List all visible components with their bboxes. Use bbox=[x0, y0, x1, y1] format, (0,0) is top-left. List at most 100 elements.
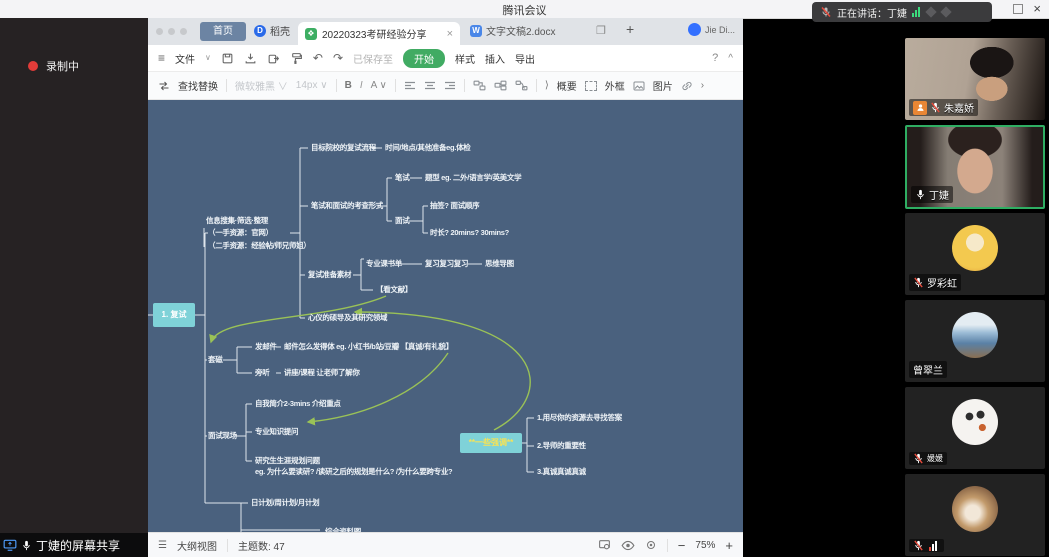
mindmap-node-process-detail[interactable]: 时间/地点/其他准备eg.体检 bbox=[385, 143, 471, 153]
participant-tile-4[interactable]: 曾翠兰 bbox=[905, 300, 1045, 382]
participant-tile-6[interactable] bbox=[905, 474, 1045, 556]
image-button[interactable]: 图片 bbox=[653, 78, 673, 93]
tab-word-document[interactable]: W 文字文稿2.docx bbox=[470, 23, 555, 38]
mindmap-node-em3[interactable]: 3.真诚真诚真诚 bbox=[537, 467, 586, 477]
zoom-out-button[interactable]: − bbox=[678, 538, 686, 553]
maximize-icon[interactable] bbox=[1013, 4, 1023, 14]
more-tools-button[interactable]: › bbox=[701, 80, 704, 91]
mindmap-node-review[interactable]: 复习复习复习 bbox=[425, 259, 468, 269]
italic-button[interactable]: I bbox=[360, 80, 363, 91]
screen-share-icon bbox=[3, 539, 17, 551]
mindmap-node-written-detail[interactable]: 题型 eg. 二外/语言学/英美文学 bbox=[425, 173, 521, 183]
export-icon[interactable] bbox=[267, 52, 280, 65]
image-icon bbox=[633, 81, 645, 91]
traffic-light-icon[interactable] bbox=[156, 28, 163, 35]
mindmap-node-plans[interactable]: 日计划/周计划/月计划 bbox=[251, 498, 319, 508]
mindmap-node-career[interactable]: 研究生生涯规划问题 bbox=[255, 456, 320, 466]
mindmap-node-mentor[interactable]: 心仪的硕导及其研究领域 bbox=[308, 313, 387, 323]
speaking-indicator: 正在讲话：丁婕 bbox=[812, 2, 992, 22]
mindmap-node-em1[interactable]: 1.用尽你的资源去寻找答案 bbox=[537, 413, 622, 423]
mindmap-node-email[interactable]: 发邮件 bbox=[255, 342, 277, 352]
participant-tile-2-active-speaker[interactable]: 丁婕 bbox=[905, 125, 1045, 209]
tab-switcher-icon[interactable]: ❐ bbox=[596, 24, 606, 37]
mindmap-node-em2[interactable]: 2.导师的重要性 bbox=[537, 441, 586, 451]
mindmap-node-career-eg[interactable]: eg. 为什么要读研? /读研之后的规划是什么? /为什么要跨专业? bbox=[255, 467, 452, 477]
mindmap-node-info-second[interactable]: （二手资源：经验帖/师兄师姐） bbox=[208, 241, 311, 251]
outline-view-button[interactable]: 大纲视图 bbox=[177, 538, 217, 553]
new-tab-button[interactable]: + bbox=[626, 21, 634, 37]
download-icon[interactable] bbox=[244, 52, 257, 65]
zoom-in-button[interactable]: + bbox=[725, 538, 733, 553]
find-replace-button[interactable]: 查找替换 bbox=[178, 78, 218, 93]
link-icon[interactable] bbox=[681, 81, 693, 91]
topic-count: 主题数: 47 bbox=[238, 538, 285, 553]
insert-topic-icon[interactable] bbox=[473, 80, 486, 91]
locate-center-icon[interactable] bbox=[645, 539, 657, 551]
bold-button[interactable]: B bbox=[345, 80, 352, 91]
mindmap-node-info-first[interactable]: （一手资源：官网） bbox=[208, 228, 273, 238]
eye-icon[interactable] bbox=[621, 540, 635, 551]
meeting-left-panel: 录制中 bbox=[0, 18, 148, 557]
font-size-select[interactable]: 14px ∨ bbox=[296, 80, 328, 91]
font-color-button[interactable]: A ∨ bbox=[371, 80, 387, 91]
participant-tile-5[interactable]: 媛媛 bbox=[905, 387, 1045, 469]
participant-tile-3[interactable]: 罗彩虹 bbox=[905, 213, 1045, 295]
tab-home[interactable]: 首页 bbox=[200, 22, 246, 41]
menu-start[interactable]: 开始 bbox=[403, 49, 445, 68]
collapse-toolbar-button[interactable]: ^ bbox=[728, 53, 733, 64]
mindmap-node-onsite[interactable]: 面试现场 bbox=[208, 431, 237, 441]
mindmap-node-self-intro[interactable]: 自我简介2-3mins 介绍重点 bbox=[255, 399, 341, 409]
insert-subtopic-icon[interactable] bbox=[494, 80, 507, 91]
traffic-light-icon[interactable] bbox=[180, 28, 187, 35]
font-name-select[interactable]: 微软雅黑 ∨ bbox=[235, 78, 288, 93]
mindmap-node-interview[interactable]: 面试 bbox=[395, 216, 409, 226]
mindmap-root-node[interactable]: 1. 复试 bbox=[153, 303, 195, 327]
frame-button[interactable]: 外框 bbox=[605, 78, 625, 93]
mindmap-node-knowledge[interactable]: 专业知识提问 bbox=[255, 427, 298, 437]
mindmap-canvas[interactable]: 1. 复试 **一些强调** 目标院校的复试流程 时间/地点/其他准备eg.体检… bbox=[148, 100, 743, 532]
help-button[interactable]: ? bbox=[712, 52, 718, 64]
summary-button[interactable]: 概要 bbox=[557, 78, 577, 93]
menu-export[interactable]: 导出 bbox=[515, 51, 535, 66]
tab-close-icon[interactable]: × bbox=[447, 28, 453, 40]
mindmap-node-literature[interactable]: 【看文献】 bbox=[376, 285, 412, 295]
menu-row: ≡ 文件 ∨ ↶ ↷ 已保存至 开始 样式 插入 导出 ? ^ bbox=[148, 45, 743, 72]
mindmap-node-interview-order[interactable]: 抽签? 面试顺序 bbox=[430, 201, 479, 211]
mindmap-node-audit-detail[interactable]: 讲座/课程 让老师了解你 bbox=[284, 368, 360, 378]
tab-docer[interactable]: D 稻壳 bbox=[254, 23, 290, 38]
align-left-icon[interactable] bbox=[404, 81, 416, 91]
summary-brace-icon: ⟩ bbox=[545, 80, 549, 91]
mindmap-node-mindmap-tool[interactable]: 思维导图 bbox=[485, 259, 514, 269]
mindmap-node-taoci[interactable]: 套磁 bbox=[208, 355, 222, 365]
redo-icon[interactable]: ↷ bbox=[333, 52, 343, 64]
mindmap-node-process[interactable]: 目标院校的复试流程 bbox=[311, 143, 376, 153]
mindmap-node-info-title[interactable]: 信息搜集·筛选·整理 bbox=[206, 216, 268, 226]
word-doc-icon: W bbox=[470, 25, 482, 37]
close-window-button[interactable]: × bbox=[1033, 1, 1041, 17]
traffic-light-icon[interactable] bbox=[168, 28, 175, 35]
mindmap-node-booklist[interactable]: 专业课书单 bbox=[366, 259, 402, 269]
mindmap-emphasis-node[interactable]: **一些强调** bbox=[460, 433, 522, 453]
tab-active-document[interactable]: ❖ 20220323考研经验分享 × bbox=[298, 22, 460, 45]
mindmap-node-audit[interactable]: 旁听 bbox=[255, 368, 269, 378]
recording-indicator[interactable]: 录制中 bbox=[28, 58, 79, 74]
align-right-icon[interactable] bbox=[444, 81, 456, 91]
menu-style[interactable]: 样式 bbox=[455, 51, 475, 66]
align-center-icon[interactable] bbox=[424, 81, 436, 91]
mindmap-node-written[interactable]: 笔试 bbox=[395, 173, 409, 183]
mindmap-node-exam-forms[interactable]: 笔试和面试的考查形式 bbox=[311, 201, 383, 211]
account-widget[interactable]: Jie Di... bbox=[688, 23, 735, 36]
participant-tile-1[interactable]: 朱嘉娇 bbox=[905, 38, 1045, 120]
save-icon[interactable] bbox=[221, 52, 234, 65]
menu-insert[interactable]: 插入 bbox=[485, 51, 505, 66]
relation-icon[interactable] bbox=[515, 80, 528, 91]
format-painter-icon[interactable] bbox=[290, 52, 303, 65]
mindmap-node-email-detail[interactable]: 邮件怎么发得体 eg. 小红书/b站/豆瓣 【真诚/有礼貌】 bbox=[284, 342, 453, 352]
menu-file[interactable]: 文件 bbox=[175, 51, 195, 66]
presentation-icon[interactable] bbox=[598, 539, 611, 551]
hamburger-icon[interactable]: ≡ bbox=[158, 52, 165, 64]
avatar bbox=[952, 399, 998, 445]
mindmap-node-interview-time[interactable]: 时长? 20mins? 30mins? bbox=[430, 228, 509, 238]
mindmap-node-materials[interactable]: 复试准备素材 bbox=[308, 270, 351, 280]
undo-icon[interactable]: ↶ bbox=[313, 52, 323, 64]
